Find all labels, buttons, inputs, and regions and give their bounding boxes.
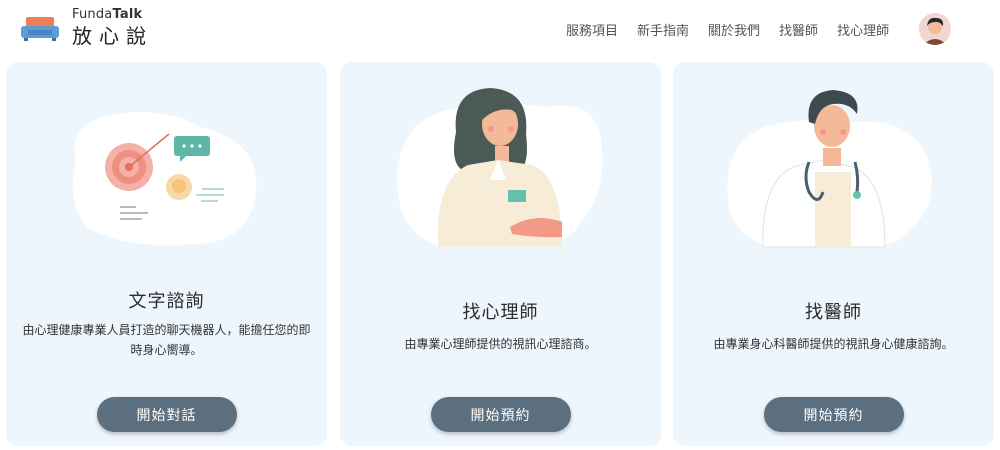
card-title: 找醫師 <box>805 302 862 323</box>
card-find-doctor: 找醫師 由專業身心科醫師提供的視訊身心健康諮詢。 開始預約 <box>673 62 994 446</box>
top-navbar: FundaTalk 放心說 服務項目 新手指南 關於我們 找醫師 找心理師 <box>0 0 1000 60</box>
book-doctor-button[interactable]: 開始預約 <box>763 397 904 432</box>
card-title: 找心理師 <box>462 302 539 323</box>
nav-item-find-doctor[interactable]: 找醫師 <box>779 20 818 39</box>
psychologist-illustration <box>396 88 603 247</box>
nav-item-guide[interactable]: 新手指南 <box>637 20 689 39</box>
user-avatar[interactable] <box>919 13 951 45</box>
brand-name-en: FundaTalk <box>72 7 143 22</box>
target-chat-illustration <box>72 112 257 246</box>
book-psychologist-button[interactable]: 開始預約 <box>430 397 571 432</box>
card-text-consult: 文字諮詢 由心理健康專業人員打造的聊天機器人，能擔任您的即時身心嚮導。 開始對話 <box>6 62 327 446</box>
brand-logo[interactable]: FundaTalk 放心說 <box>20 8 153 48</box>
brand-name-zh: 放心說 <box>72 24 153 48</box>
card-find-psychologist: 找心理師 由專業心理師提供的視訊心理諮商。 開始預約 <box>340 62 661 446</box>
card-description: 由專業身心科醫師提供的視訊身心健康諮詢。 <box>713 337 954 351</box>
doctor-illustration <box>727 90 932 248</box>
card-description: 由專業心理師提供的視訊心理諮商。 <box>404 337 597 351</box>
sofa-logo-icon <box>21 17 59 41</box>
card-description: 由心理健康專業人員打造的聊天機器人，能擔任您的即時身心嚮導。 <box>22 323 311 357</box>
nav-item-find-psychologist[interactable]: 找心理師 <box>837 20 889 39</box>
main-nav: 服務項目 新手指南 關於我們 找醫師 找心理師 <box>566 20 908 39</box>
card-title: 文字諮詢 <box>128 291 205 312</box>
start-chat-button[interactable]: 開始對話 <box>96 397 237 432</box>
nav-item-about[interactable]: 關於我們 <box>708 20 760 39</box>
nav-item-services[interactable]: 服務項目 <box>566 20 618 39</box>
